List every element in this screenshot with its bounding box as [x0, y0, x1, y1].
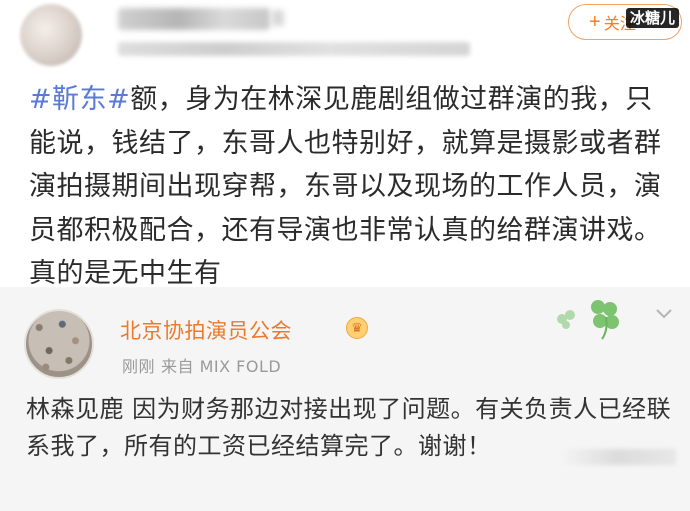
crown-icon: ♛	[346, 317, 368, 339]
watermark: 冰糖儿	[626, 8, 680, 28]
post-time: 刚刚	[122, 357, 156, 376]
post-body: #靳东#额，身为在林深见鹿剧组做过群演的我，只能说，钱结了，东哥人也特别好，就算…	[29, 78, 679, 296]
blurred-post-meta	[118, 42, 470, 56]
blurred-username-tail	[272, 10, 284, 26]
blurred-username	[118, 8, 270, 30]
author-name[interactable]: 北京协拍演员公会	[120, 315, 292, 345]
clover-icon	[557, 300, 619, 340]
blurred-watermark	[560, 449, 676, 465]
plus-icon: +	[589, 11, 601, 33]
avatar[interactable]	[24, 309, 94, 379]
avatar[interactable]	[20, 4, 82, 66]
embedded-weibo-post: 北京协拍演员公会 ♛ 刚刚 来自 MIX FOLD 林森见鹿 因为财务那边对接出现…	[0, 287, 690, 511]
post-meta: 刚刚 来自 MIX FOLD	[122, 353, 281, 377]
hashtag-link[interactable]: #靳东#	[29, 84, 130, 115]
post-source: 来自 MIX FOLD	[161, 357, 282, 376]
chevron-down-icon[interactable]	[654, 307, 674, 321]
weibo-post: + 关注 冰糖儿 #靳东#额，身为在林深见鹿剧组做过群演的我，只能说，钱结了，东…	[0, 0, 690, 289]
